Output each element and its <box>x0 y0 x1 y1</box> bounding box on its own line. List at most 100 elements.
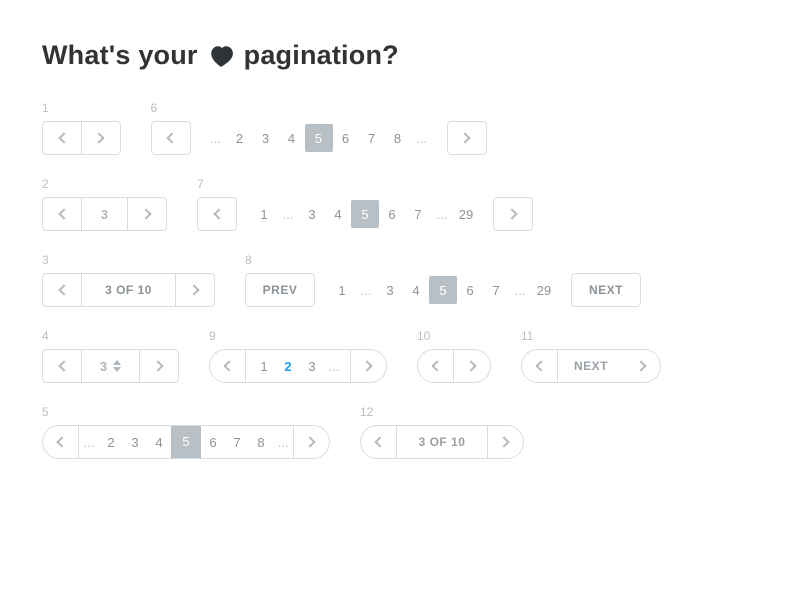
chevron-left-icon <box>58 360 69 371</box>
chevron-left-icon <box>58 284 69 295</box>
prev-button[interactable] <box>42 273 82 307</box>
next-button[interactable] <box>454 350 490 382</box>
pagination-v9: 1 2 3 ... <box>209 349 387 383</box>
page-3[interactable]: 3 <box>299 197 325 231</box>
chevron-left-icon <box>166 132 177 143</box>
page-4[interactable]: 4 <box>403 273 429 307</box>
pagination-v7: 1 ... 3 4 5 6 7 ... 29 <box>197 197 533 231</box>
next-button[interactable] <box>175 273 215 307</box>
pagination-v8: PREV 1 ... 3 4 5 6 7 ... 29 NEXT <box>245 273 641 307</box>
page-stepper[interactable]: 3 <box>81 349 141 383</box>
prev-button[interactable] <box>42 197 82 231</box>
page-6[interactable]: 6 <box>457 273 483 307</box>
chevron-right-icon <box>140 208 151 219</box>
page-title: What's your pagination? <box>42 40 758 71</box>
page-2[interactable]: 2 <box>227 121 253 155</box>
page-3[interactable]: 3 <box>300 359 324 374</box>
page-4[interactable]: 4 <box>279 121 305 155</box>
page-1[interactable]: 1 <box>252 359 276 374</box>
current-page[interactable]: 3 <box>81 197 129 231</box>
chevron-left-icon <box>431 360 442 371</box>
variant-label-5: 5 <box>42 405 330 419</box>
page-2-active[interactable]: 2 <box>276 359 300 374</box>
page-29[interactable]: 29 <box>453 197 479 231</box>
pagination-v2: 3 <box>42 197 167 231</box>
page-5-active[interactable]: 5 <box>351 200 379 228</box>
next-button[interactable] <box>293 426 329 458</box>
prev-button[interactable] <box>151 121 191 155</box>
prev-button[interactable] <box>210 350 246 382</box>
chevron-right-icon <box>506 208 517 219</box>
prev-button[interactable] <box>197 197 237 231</box>
page-3[interactable]: 3 <box>253 121 279 155</box>
page-1[interactable]: 1 <box>329 273 355 307</box>
page-1[interactable]: 1 <box>251 197 277 231</box>
chevron-left-icon <box>374 436 385 447</box>
page-6[interactable]: 6 <box>379 197 405 231</box>
pagination-v6: ... 2 3 4 5 6 7 8 ... <box>151 121 487 155</box>
variant-label-10: 10 <box>417 329 491 343</box>
page-8[interactable]: 8 <box>249 425 273 459</box>
ellipsis: ... <box>411 121 433 155</box>
page-3[interactable]: 3 <box>123 425 147 459</box>
page-7[interactable]: 7 <box>359 121 385 155</box>
page-4[interactable]: 4 <box>325 197 351 231</box>
chevron-left-icon <box>58 208 69 219</box>
chevron-right-icon <box>93 132 104 143</box>
variant-label-8: 8 <box>245 253 641 267</box>
page-indicator: 3 OF 10 <box>81 273 177 307</box>
next-button[interactable] <box>350 350 386 382</box>
prev-button[interactable] <box>361 426 397 458</box>
chevron-right-icon <box>304 436 315 447</box>
page-29[interactable]: 29 <box>531 273 557 307</box>
prev-button[interactable] <box>522 350 558 382</box>
variant-label-9: 9 <box>209 329 387 343</box>
prev-button[interactable] <box>42 349 82 383</box>
chevron-right-icon <box>498 436 509 447</box>
chevron-left-icon <box>213 208 224 219</box>
page-7[interactable]: 7 <box>405 197 431 231</box>
next-button[interactable] <box>81 121 121 155</box>
next-label[interactable]: NEXT <box>558 350 624 382</box>
page-2[interactable]: 2 <box>99 425 123 459</box>
pagination-v11: NEXT <box>521 349 661 383</box>
page-7[interactable]: 7 <box>483 273 509 307</box>
page-5-active[interactable]: 5 <box>429 276 457 304</box>
page-5-active[interactable]: 5 <box>305 124 333 152</box>
pagination-v10 <box>417 349 491 383</box>
chevron-right-icon <box>361 360 372 371</box>
ellipsis: ... <box>273 425 293 459</box>
ellipsis: ... <box>277 197 299 231</box>
next-button[interactable] <box>447 121 487 155</box>
stepper-icon <box>113 360 121 372</box>
ellipsis: ... <box>355 273 377 307</box>
next-button[interactable] <box>139 349 179 383</box>
next-button[interactable] <box>624 350 660 382</box>
page-4[interactable]: 4 <box>147 425 171 459</box>
page-3[interactable]: 3 <box>377 273 403 307</box>
next-button[interactable]: NEXT <box>571 273 641 307</box>
page-5-active[interactable]: 5 <box>171 425 201 459</box>
prev-button[interactable] <box>418 350 454 382</box>
prev-button[interactable] <box>42 121 82 155</box>
page-8[interactable]: 8 <box>385 121 411 155</box>
variant-label-2: 2 <box>42 177 167 191</box>
pagination-v3: 3 OF 10 <box>42 273 215 307</box>
next-button[interactable] <box>127 197 167 231</box>
page-7[interactable]: 7 <box>225 425 249 459</box>
pagination-v4: 3 <box>42 349 179 383</box>
chevron-left-icon <box>223 360 234 371</box>
chevron-right-icon <box>188 284 199 295</box>
chevron-right-icon <box>459 132 470 143</box>
ellipsis: ... <box>205 121 227 155</box>
chevron-left-icon <box>58 132 69 143</box>
page-6[interactable]: 6 <box>201 425 225 459</box>
prev-button[interactable]: PREV <box>245 273 315 307</box>
next-button[interactable] <box>487 426 523 458</box>
page-6[interactable]: 6 <box>333 121 359 155</box>
next-button[interactable] <box>493 197 533 231</box>
title-pre: What's your <box>42 40 198 71</box>
variant-label-6: 6 <box>151 101 487 115</box>
prev-button[interactable] <box>43 426 79 458</box>
variant-label-11: 11 <box>521 329 661 343</box>
